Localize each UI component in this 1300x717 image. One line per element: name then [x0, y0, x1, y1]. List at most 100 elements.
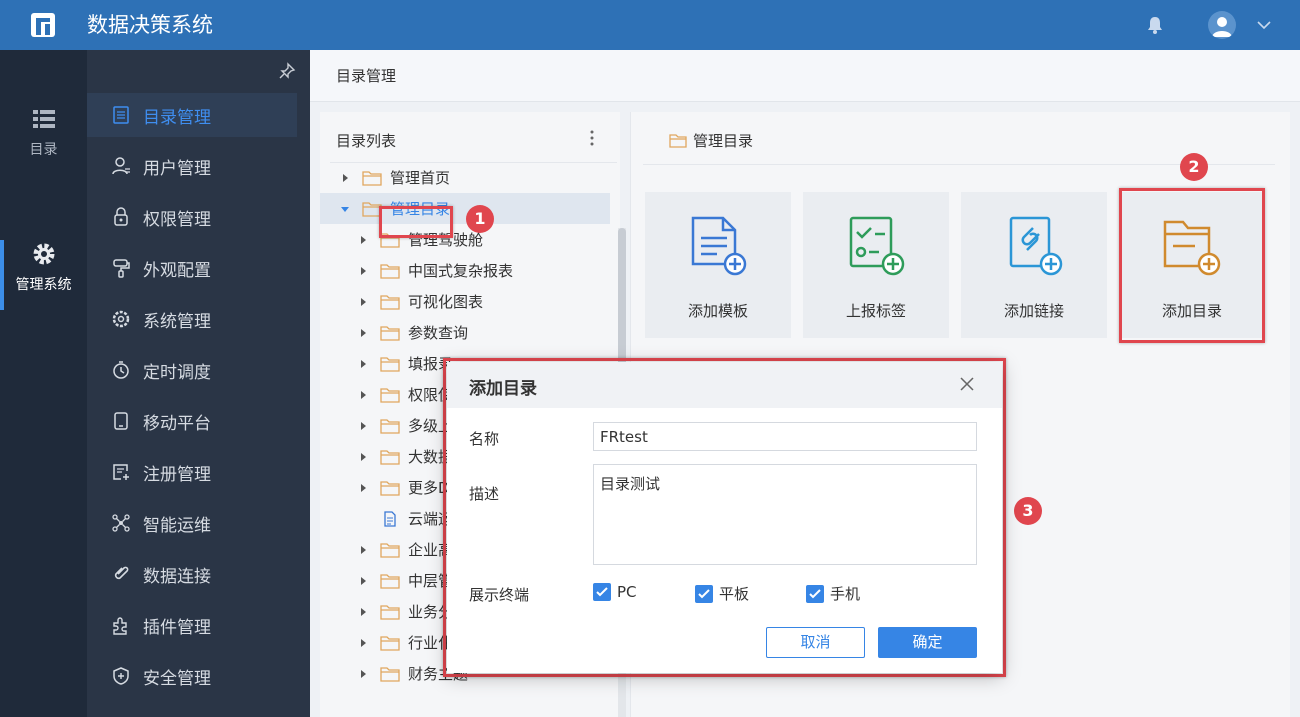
card-label: 上报标签 — [845, 302, 906, 320]
checkbox-phone[interactable]: 手机 — [806, 583, 860, 604]
caret-right-icon[interactable] — [358, 297, 368, 307]
caret-right-icon[interactable] — [358, 328, 368, 338]
breadcrumb: 目录管理 — [310, 50, 1300, 102]
checkbox-box[interactable] — [695, 584, 713, 603]
confirm-button[interactable]: 确定 — [878, 627, 977, 658]
menu-item-label: 目录管理 — [143, 107, 211, 128]
folder-icon — [380, 480, 400, 496]
pin-icon[interactable] — [278, 62, 296, 80]
avatar[interactable] — [1208, 11, 1236, 39]
menu-item-label: 系统管理 — [143, 311, 211, 332]
dialog-header: 添加目录 — [447, 362, 1002, 408]
menu-item-scheduling[interactable]: 定时调度 — [87, 348, 310, 392]
rail-item-label: 管理系统 — [15, 277, 72, 293]
caret-right-icon[interactable] — [358, 576, 368, 586]
description-textarea[interactable]: 目录测试 — [593, 464, 977, 565]
caret-right-icon[interactable] — [358, 390, 368, 400]
name-label: 名称 — [469, 430, 500, 448]
caret-right-icon[interactable] — [358, 638, 368, 648]
checkbox-label: PC — [617, 583, 637, 601]
app-title: 数据决策系统 — [87, 13, 213, 37]
report-tag-card[interactable]: 上报标签 — [803, 192, 949, 338]
caret-right-icon[interactable] — [358, 669, 368, 679]
check-icon — [698, 588, 710, 598]
caret-right-icon[interactable] — [340, 173, 350, 183]
close-icon[interactable] — [959, 376, 975, 392]
step-badge-2: 2 — [1180, 153, 1208, 181]
menu-item-label: 移动平台 — [143, 413, 211, 434]
tree-item[interactable]: 管理首页 — [320, 162, 610, 193]
caret-right-icon[interactable] — [358, 452, 368, 462]
menu-item-label: 数据连接 — [143, 566, 211, 587]
highlight-box-1 — [379, 206, 453, 238]
menu-item-plugin-management[interactable]: 插件管理 — [87, 603, 310, 647]
menu-item-smart-ops[interactable]: 智能运维 — [87, 501, 310, 545]
menu-item-security-management[interactable]: 安全管理 — [87, 654, 310, 698]
checkbox-box[interactable] — [806, 584, 824, 603]
menu-item-system-management[interactable]: 系统管理 — [87, 297, 310, 341]
caret-down-icon[interactable] — [340, 204, 350, 214]
tree-item[interactable]: 可视化图表 — [320, 286, 610, 317]
folder-icon — [380, 356, 400, 372]
caret-right-icon[interactable] — [358, 421, 368, 431]
add-template-icon — [691, 216, 747, 276]
more-options-icon[interactable] — [586, 128, 598, 148]
file-icon — [384, 510, 396, 527]
add-link-icon — [1009, 216, 1063, 276]
step-badge-3: 3 — [1014, 497, 1042, 525]
register-icon — [113, 464, 129, 480]
user-avatar-icon — [1212, 17, 1232, 37]
link-icon — [114, 566, 129, 580]
folder-icon — [669, 134, 687, 148]
caret-right-icon[interactable] — [358, 266, 368, 276]
checkbox-box[interactable] — [593, 583, 611, 601]
list-icon — [32, 110, 55, 128]
rail-item-label: 目录 — [29, 142, 58, 158]
tree-item-label: 参数查询 — [408, 324, 469, 342]
menu-item-user-management[interactable]: 用户管理 — [87, 144, 310, 188]
name-input[interactable] — [593, 422, 977, 451]
menu-item-appearance[interactable]: 外观配置 — [87, 246, 310, 290]
menu-item-data-connection[interactable]: 数据连接 — [87, 552, 310, 596]
menu-item-permission-management[interactable]: 权限管理 — [87, 195, 310, 239]
settings-icon — [112, 310, 130, 328]
app-logo-icon — [31, 13, 55, 37]
menu-item-label: 插件管理 — [143, 617, 211, 638]
rail-item-admin[interactable]: 管理系统 — [0, 240, 87, 294]
tree-item[interactable]: 管理目录 — [320, 193, 610, 224]
tree-item[interactable]: 中国式复杂报表 — [320, 255, 610, 286]
folder-icon — [380, 449, 400, 465]
plugin-icon — [113, 617, 127, 635]
caret-right-icon[interactable] — [358, 483, 368, 493]
rail-item-catalog[interactable]: 目录 — [0, 105, 87, 159]
add-link-card[interactable]: 添加链接 — [961, 192, 1107, 338]
tree-item[interactable]: 管理驾驶舱 — [320, 224, 610, 255]
description-label: 描述 — [469, 485, 500, 503]
tree-item[interactable]: 参数查询 — [320, 317, 610, 348]
checkbox-label: 手机 — [830, 585, 861, 603]
gear-icon — [33, 243, 54, 265]
checkbox-tablet[interactable]: 平板 — [695, 583, 749, 604]
mobile-icon — [114, 412, 128, 430]
chevron-down-icon[interactable] — [1256, 17, 1272, 33]
caret-right-icon[interactable] — [358, 607, 368, 617]
menu-item-label: 用户管理 — [143, 158, 211, 179]
card-label: 添加模板 — [687, 302, 748, 320]
cancel-button[interactable]: 取消 — [766, 627, 865, 658]
user-icon — [112, 157, 130, 175]
folder-icon — [380, 325, 400, 341]
caret-right-icon[interactable] — [358, 359, 368, 369]
checkbox-pc[interactable]: PC — [593, 583, 637, 601]
add-template-card[interactable]: 添加模板 — [645, 192, 791, 338]
menu-item-mobile-platform[interactable]: 移动平台 — [87, 399, 310, 443]
tree-title: 目录列表 — [336, 132, 397, 150]
bell-icon[interactable] — [1145, 15, 1165, 35]
menu-item-registration[interactable]: 注册管理 — [87, 450, 310, 494]
caret-right-icon[interactable] — [358, 545, 368, 555]
menu-item-catalog-management[interactable]: 目录管理 — [87, 93, 297, 137]
catalog-icon — [113, 106, 129, 124]
caret-right-icon[interactable] — [358, 235, 368, 245]
menu-item-label: 权限管理 — [143, 209, 211, 230]
folder-icon — [362, 170, 382, 186]
